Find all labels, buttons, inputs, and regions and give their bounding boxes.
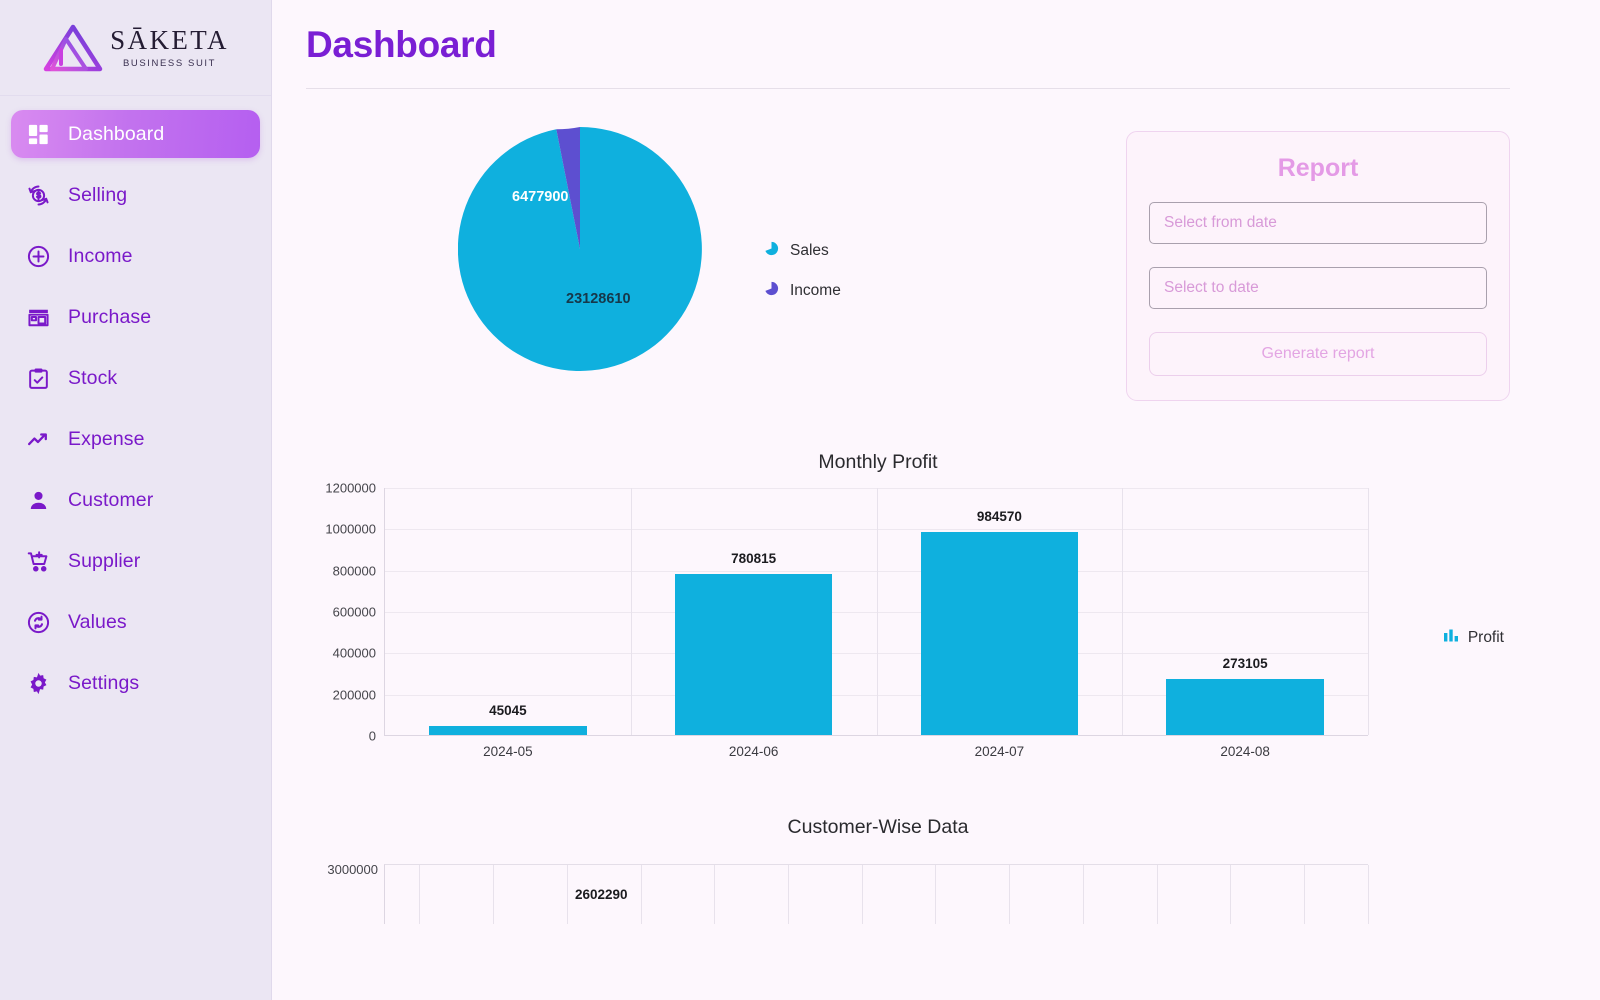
customer-wise-data-chart: Customer-Wise Data 3000000 2602290 bbox=[306, 816, 1510, 924]
sidebar-item-stock[interactable]: Stock bbox=[11, 354, 260, 402]
sidebar-item-label: Purchase bbox=[68, 305, 152, 328]
dashboard-grid-icon bbox=[25, 121, 51, 147]
legend-label: Income bbox=[790, 282, 841, 299]
store-icon bbox=[25, 304, 51, 330]
bar-cell[interactable]: 780815 bbox=[631, 488, 877, 735]
x-tick-label: 2024-05 bbox=[483, 744, 533, 759]
report-panel: Report Generate report bbox=[1126, 131, 1510, 401]
bar-value-label: 780815 bbox=[731, 550, 777, 566]
top-row: 6477900 23128610 Sales Income Report Sel… bbox=[306, 127, 1510, 427]
main-content: Dashboard 6477900 23128610 Sales Income … bbox=[272, 0, 1600, 1000]
from-date-input[interactable] bbox=[1149, 202, 1487, 244]
sidebar-item-dashboard[interactable]: Dashboard bbox=[11, 110, 260, 158]
sidebar-item-expense[interactable]: Expense bbox=[11, 415, 260, 463]
sidebar-nav: Dashboard Selling Income Purchase Stock … bbox=[0, 96, 271, 707]
title-divider bbox=[306, 88, 1510, 89]
sidebar: SĀKETA BUSINESS SUIT Dashboard Selling I… bbox=[0, 0, 272, 1000]
selling-exchange-icon bbox=[25, 182, 51, 208]
to-date-input[interactable] bbox=[1149, 267, 1487, 309]
bar-value-label: 984570 bbox=[976, 508, 1022, 524]
y-tick-label: 1000000 bbox=[325, 521, 376, 537]
y-tick-label: 400000 bbox=[332, 645, 376, 661]
sidebar-item-values[interactable]: Values bbox=[11, 598, 260, 646]
sidebar-item-label: Stock bbox=[68, 366, 118, 389]
bar-chart-icon bbox=[1443, 628, 1459, 648]
sidebar-item-label: Selling bbox=[68, 183, 128, 206]
bar-2024-05[interactable]: 45045 bbox=[429, 703, 587, 735]
trending-up-icon bbox=[25, 426, 51, 452]
bar-value-label: 45045 bbox=[489, 702, 527, 718]
pie-marker-icon bbox=[764, 281, 779, 301]
y-tick-label: 800000 bbox=[332, 563, 376, 579]
legend-label: Profit bbox=[1467, 629, 1504, 646]
sidebar-item-label: Expense bbox=[68, 427, 145, 450]
bar-chart-legend[interactable]: Profit bbox=[1443, 628, 1504, 648]
y-tick-label: 1200000 bbox=[325, 480, 376, 496]
y-tick-label: 600000 bbox=[332, 604, 376, 620]
bar-2024-06[interactable]: 780815 bbox=[674, 551, 833, 735]
cart-plus-icon bbox=[25, 548, 51, 574]
sales-income-pie-chart[interactable]: 6477900 23128610 bbox=[458, 127, 702, 371]
chart-title: Customer-Wise Data bbox=[787, 816, 969, 838]
legend-label: Sales bbox=[790, 242, 829, 259]
sidebar-item-purchase[interactable]: Purchase bbox=[11, 293, 260, 341]
bar-2024-07[interactable]: 984570 bbox=[920, 509, 1078, 735]
y-tick-label: 0 bbox=[368, 728, 376, 744]
sidebar-item-label: Values bbox=[68, 610, 127, 633]
pie-svg bbox=[458, 127, 702, 371]
pie-legend: Sales Income bbox=[764, 197, 841, 301]
bar-value-label: 2602290 bbox=[574, 887, 628, 902]
monthly-profit-chart: Monthly Profit 1200000 1000000 800000 60… bbox=[306, 451, 1510, 788]
bar-chart-area: 1200000 1000000 800000 600000 400000 200… bbox=[306, 481, 1510, 788]
sidebar-item-selling[interactable]: Selling bbox=[11, 171, 260, 219]
gear-icon bbox=[25, 670, 51, 696]
pie-marker-icon bbox=[764, 241, 779, 261]
bar-value-label: 273105 bbox=[1222, 655, 1268, 671]
customer-plot: 2602290 bbox=[384, 864, 1369, 924]
sidebar-item-label: Income bbox=[68, 244, 133, 267]
brand-name: SĀKETA bbox=[110, 24, 229, 55]
x-tick-label: 2024-08 bbox=[1220, 744, 1270, 759]
user-icon bbox=[25, 487, 51, 513]
brand-logo[interactable]: SĀKETA BUSINESS SUIT bbox=[0, 0, 271, 96]
sidebar-item-label: Customer bbox=[68, 488, 154, 511]
bar-2024-08[interactable]: 273105 bbox=[1166, 656, 1324, 735]
x-tick-label: 2024-07 bbox=[974, 744, 1025, 759]
clipboard-check-icon bbox=[25, 365, 51, 391]
bar-cell[interactable]: 273105 bbox=[1122, 488, 1368, 735]
y-tick-label: 3000000 bbox=[327, 862, 378, 877]
sidebar-item-supplier[interactable]: Supplier bbox=[11, 537, 260, 585]
bar-plot: 45045 780815 984570 273105 2024-05 2024-… bbox=[384, 488, 1369, 759]
customer-chart-area: 3000000 2602290 bbox=[306, 854, 1510, 924]
refresh-circle-icon bbox=[25, 609, 51, 635]
page-title: Dashboard bbox=[306, 24, 497, 65]
chart-title: Monthly Profit bbox=[818, 451, 938, 473]
generate-report-button[interactable]: Generate report bbox=[1149, 332, 1487, 376]
sidebar-item-label: Dashboard bbox=[68, 122, 165, 145]
sidebar-item-settings[interactable]: Settings bbox=[11, 659, 260, 707]
sidebar-item-label: Settings bbox=[68, 671, 140, 694]
pie-chart-block: 6477900 23128610 Sales Income bbox=[306, 127, 946, 371]
x-tick-label: 2024-06 bbox=[728, 744, 779, 759]
triangle-logo-icon bbox=[42, 23, 104, 73]
sidebar-item-customer[interactable]: Customer bbox=[11, 476, 260, 524]
sidebar-item-income[interactable]: Income bbox=[11, 232, 260, 280]
sidebar-item-label: Supplier bbox=[68, 549, 141, 572]
legend-item-income[interactable]: Income bbox=[764, 281, 841, 301]
bar-cell[interactable]: 984570 bbox=[877, 488, 1123, 735]
y-tick-label: 200000 bbox=[332, 687, 376, 703]
report-title: Report bbox=[1277, 154, 1359, 182]
plus-circle-icon bbox=[25, 243, 51, 269]
legend-item-sales[interactable]: Sales bbox=[764, 241, 841, 261]
brand-tagline: BUSINESS SUIT bbox=[122, 57, 217, 69]
bar-cell[interactable]: 45045 bbox=[385, 488, 631, 735]
